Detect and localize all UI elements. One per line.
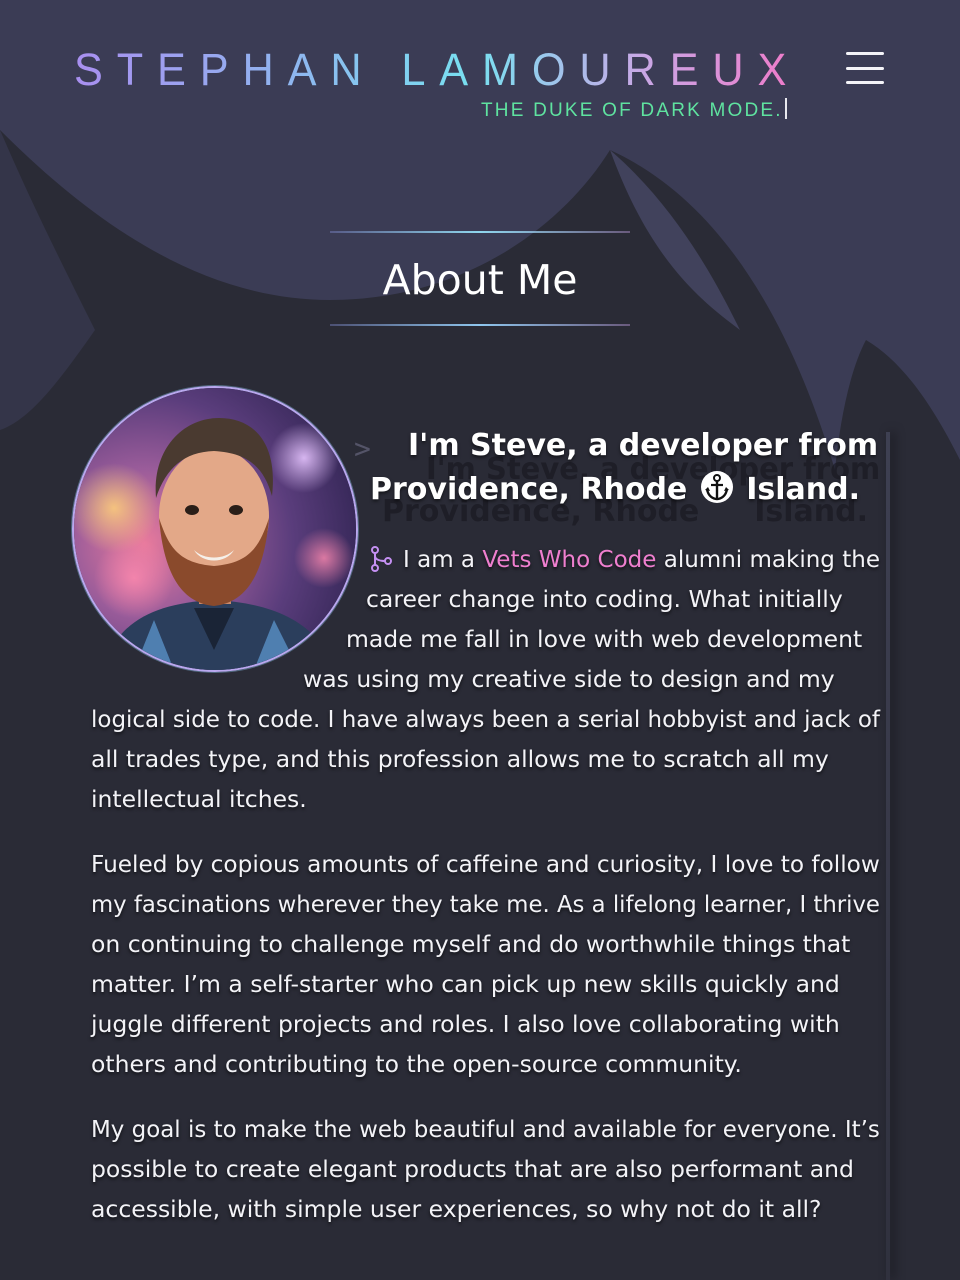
- paragraph-2-line-1: Fueled by copious amounts of caffeine an…: [91, 850, 880, 878]
- avatar: [72, 386, 358, 672]
- about-content: > I'm Steve, a developer from Providence…: [0, 0, 960, 1280]
- paragraph-2-line-6: others and contributing to the open-sour…: [91, 1050, 742, 1078]
- paragraph-3-line-2: possible to create elegant products that…: [91, 1155, 854, 1183]
- git-branch-icon: [371, 546, 392, 572]
- intro-location: Providence, Rhode: [370, 472, 688, 507]
- intro-location-end: Island.: [746, 472, 860, 507]
- paragraph-1-line-5: logical side to code. I have always been…: [91, 705, 881, 733]
- paragraph-2-line-3: on continuing to challenge myself and do…: [91, 930, 851, 958]
- paragraph-1-line-2: career change into coding. What initiall…: [366, 585, 843, 613]
- paragraph-1-line-6: all trades type, and this profession all…: [91, 745, 829, 773]
- decorative-chevron-icon: >: [354, 432, 371, 465]
- intro-heading-line-2: Providence, Rhode Island.: [370, 470, 860, 508]
- paragraph-1-line-1: I am a Vets Who Code alumni making the: [403, 545, 880, 573]
- anchor-icon: [700, 471, 733, 503]
- paragraph-2-line-4: matter. I’m a self-starter who can pick …: [91, 970, 840, 998]
- paragraph-2-line-2: my fascinations wherever they take me. A…: [91, 890, 880, 918]
- paragraph-3-line-3: accessible, with simple user experiences…: [91, 1195, 822, 1223]
- paragraph-3-line-1: My goal is to make the web beautiful and…: [91, 1115, 880, 1143]
- intro-heading-line-1: I'm Steve, a developer from: [408, 428, 879, 463]
- paragraph-1-line-7: intellectual itches.: [91, 785, 307, 813]
- paragraph-2-line-5: juggle different projects and roles. I a…: [91, 1010, 840, 1038]
- paragraph-1-line-4: was using my creative side to design and…: [303, 665, 835, 693]
- profile-photo: [74, 388, 356, 670]
- paragraph-1-line-3: made me fall in love with web developmen…: [346, 625, 863, 653]
- vets-who-code-link[interactable]: Vets Who Code: [482, 545, 656, 573]
